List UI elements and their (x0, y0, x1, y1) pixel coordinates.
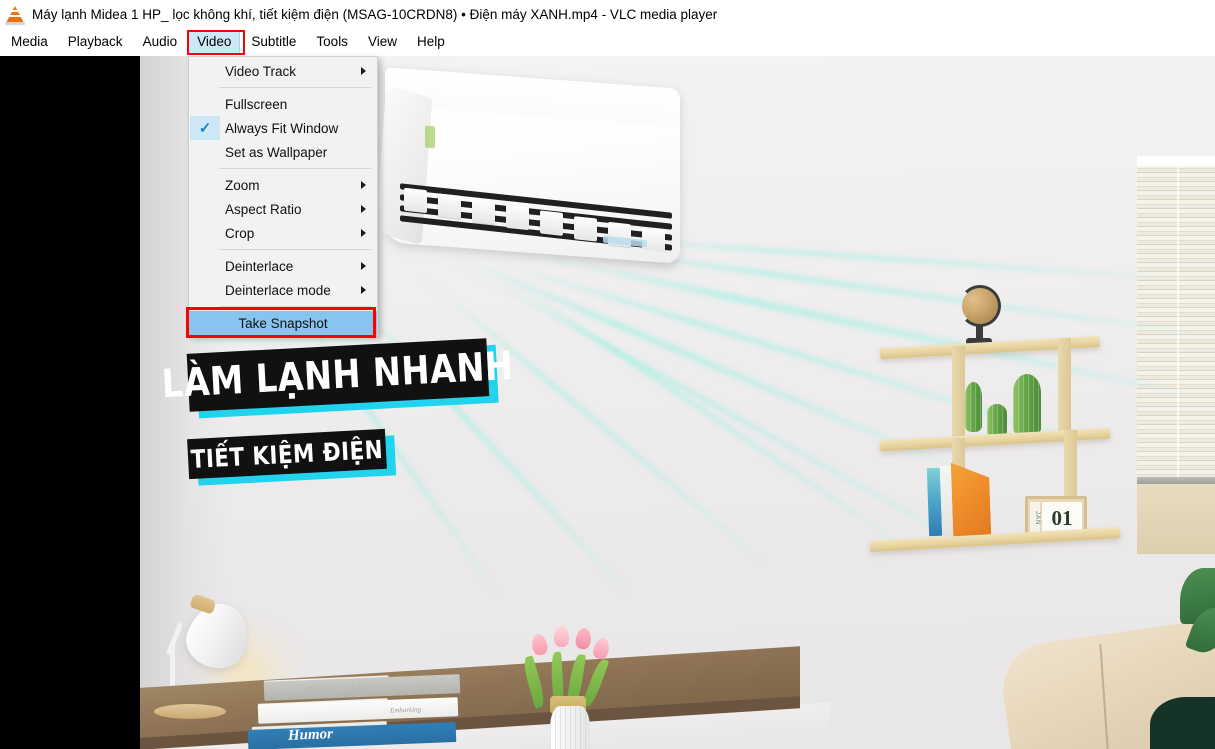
menu-item-video-track-label: Video Track (225, 63, 297, 79)
chevron-right-icon (361, 286, 366, 294)
menu-item-fullscreen[interactable]: Fullscreen (189, 92, 377, 116)
menu-audio[interactable]: Audio (134, 30, 187, 55)
menu-item-zoom-label: Zoom (225, 177, 260, 193)
menu-video[interactable]: Video (188, 30, 241, 55)
window-blinds (1137, 164, 1215, 484)
menu-separator (219, 168, 371, 169)
menu-item-set-as-wallpaper-label: Set as Wallpaper (225, 144, 328, 160)
tulip-flower (554, 626, 569, 647)
chevron-right-icon (361, 205, 366, 213)
calendar-month: JAN (1030, 502, 1040, 534)
desk-book-white-title: Embarking (389, 705, 422, 715)
menu-item-deinterlace[interactable]: Deinterlace (189, 254, 377, 278)
menu-item-aspect-ratio-label: Aspect Ratio (225, 201, 302, 217)
chevron-right-icon (361, 181, 366, 189)
menu-item-take-snapshot-label: Take Snapshot (238, 315, 328, 331)
menu-item-deinterlace-mode-label: Deinterlace mode (225, 282, 331, 298)
menu-item-always-fit-window-label: Always Fit Window (225, 120, 339, 136)
ac-indicator-light (425, 125, 435, 149)
overlay-banner-1-text: LÀM LẠNH NHANH (161, 343, 515, 407)
globe-icon (959, 285, 1001, 327)
lamp-base (154, 704, 226, 719)
vlc-cone-icon (5, 5, 25, 25)
vlc-player-window: Máy lạnh Midea 1 HP_ lọc không khí, tiết… (0, 0, 1215, 749)
menu-item-set-as-wallpaper[interactable]: Set as Wallpaper (189, 140, 377, 164)
armchair (975, 594, 1215, 749)
menu-playback[interactable]: Playback (59, 30, 132, 55)
desk-book-blue-title: Humor (287, 726, 334, 744)
overlay-banner-2-text: TIẾT KIỆM ĐIỆN (190, 434, 384, 474)
flower-vase (550, 706, 590, 749)
menu-item-crop-label: Crop (225, 225, 255, 241)
menu-item-deinterlace-label: Deinterlace (225, 258, 294, 274)
menu-help[interactable]: Help (408, 30, 454, 55)
menu-item-always-fit-window[interactable]: ✓ Always Fit Window (189, 116, 377, 140)
window-title: Máy lạnh Midea 1 HP_ lọc không khí, tiết… (32, 7, 718, 22)
checkmark-icon: ✓ (190, 116, 220, 140)
cactus-small (965, 382, 982, 432)
menu-item-zoom[interactable]: Zoom (189, 173, 377, 197)
menu-view[interactable]: View (359, 30, 406, 55)
letterbox-left (0, 56, 140, 749)
menu-separator (219, 249, 371, 250)
menu-item-fullscreen-label: Fullscreen (225, 96, 288, 112)
title-bar: Máy lạnh Midea 1 HP_ lọc không khí, tiết… (0, 0, 1215, 29)
desk (140, 646, 830, 749)
wall-shelves: JAN 01 (869, 246, 1121, 552)
shelf-book-orange (951, 461, 992, 536)
window-sill (1137, 484, 1215, 554)
video-surface[interactable]: JAN 01 Humor Embarking FULL STOP LÀM LẠN… (0, 56, 1215, 749)
menu-tools[interactable]: Tools (307, 30, 357, 55)
cactus-round (987, 404, 1007, 436)
air-conditioner-unit (375, 67, 680, 275)
menu-item-aspect-ratio[interactable]: Aspect Ratio (189, 197, 377, 221)
menu-separator (219, 87, 371, 88)
menu-item-deinterlace-mode[interactable]: Deinterlace mode (189, 278, 377, 302)
menu-item-crop[interactable]: Crop (189, 221, 377, 245)
menu-bar: Media Playback Audio Video Subtitle Tool… (0, 29, 1215, 56)
chevron-right-icon (361, 229, 366, 237)
cactus-tall (1013, 374, 1041, 436)
menu-item-take-snapshot[interactable]: Take Snapshot (189, 311, 377, 335)
menu-item-video-track[interactable]: Video Track (189, 59, 377, 83)
menu-separator (219, 306, 371, 307)
menu-subtitle[interactable]: Subtitle (242, 30, 305, 55)
video-menu-dropdown[interactable]: Video Track Fullscreen ✓ Always Fit Wind… (186, 56, 378, 338)
blind-valance (1137, 156, 1215, 166)
menu-media[interactable]: Media (2, 30, 57, 55)
chevron-right-icon (361, 67, 366, 75)
chevron-right-icon (361, 262, 366, 270)
